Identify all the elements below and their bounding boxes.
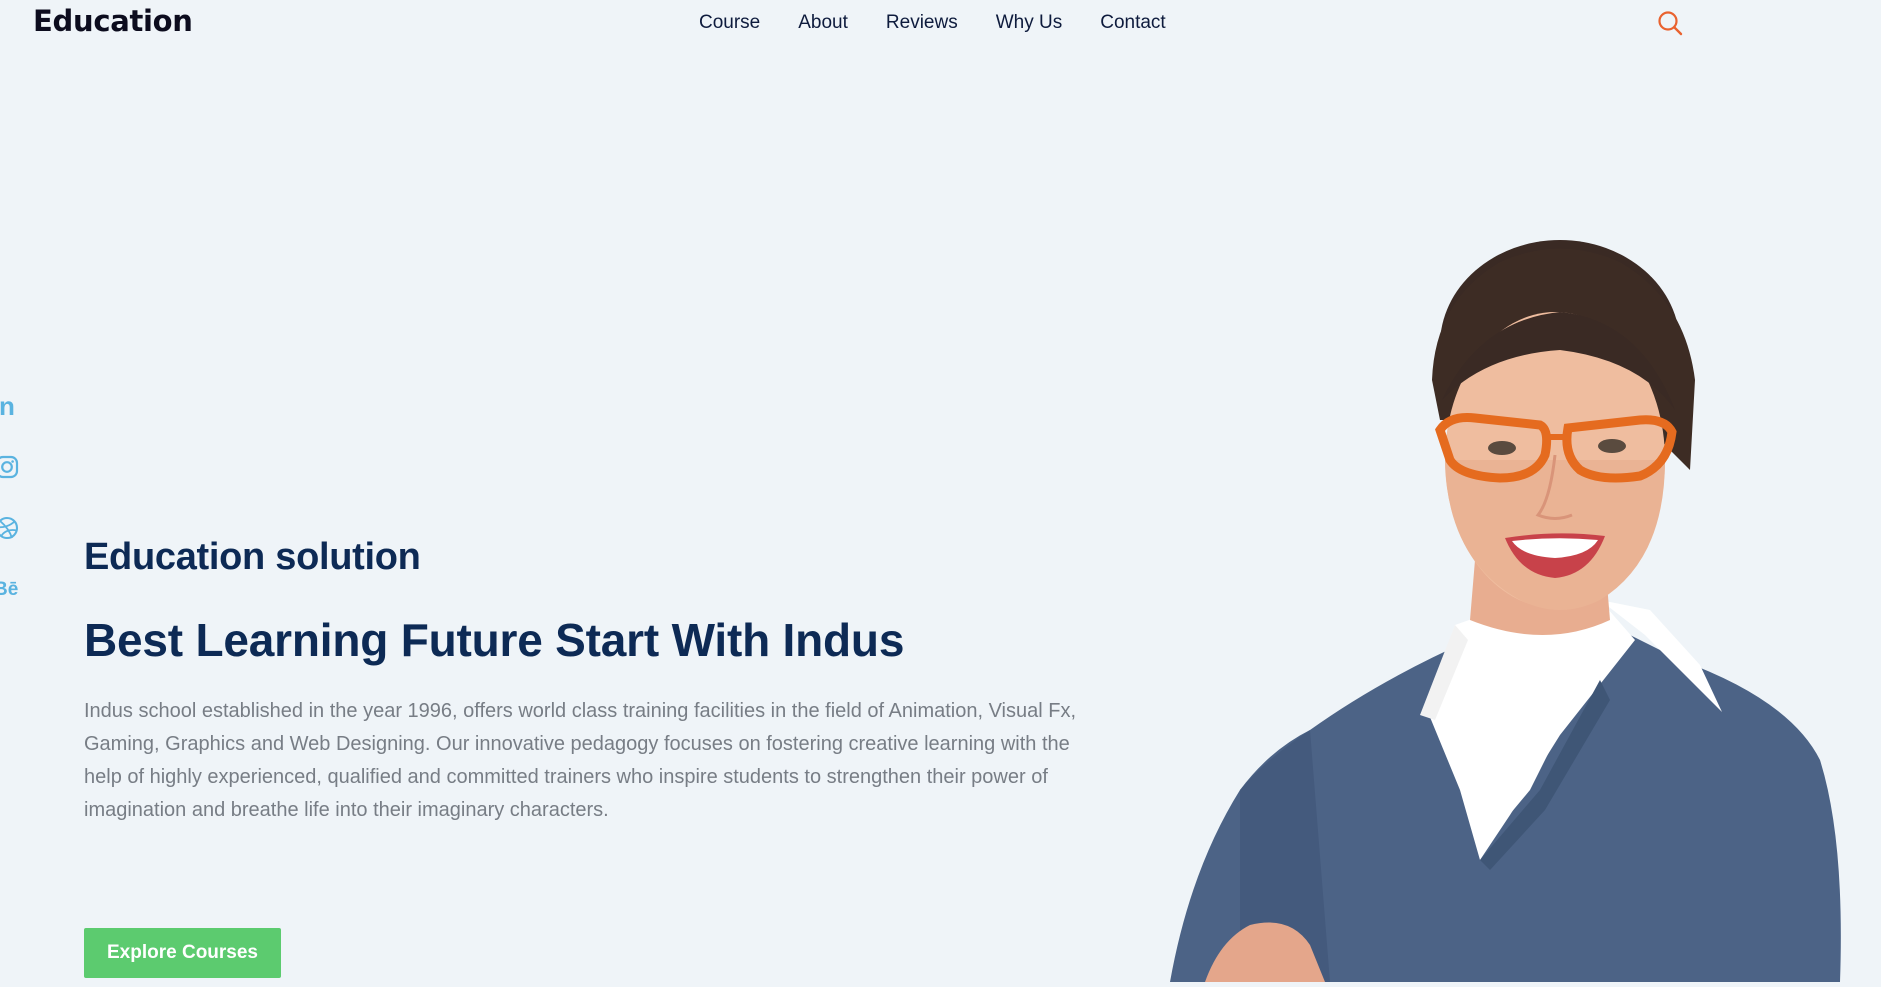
instagram-icon[interactable] — [0, 452, 24, 482]
nav-item-why-us[interactable]: Why Us — [996, 12, 1063, 34]
teacher-photo — [1160, 230, 1881, 982]
nav-item-course[interactable]: Course — [699, 12, 760, 34]
nav-item-reviews[interactable]: Reviews — [886, 12, 958, 34]
nav-item-contact[interactable]: Contact — [1100, 12, 1165, 34]
nav-item-about[interactable]: About — [798, 12, 848, 34]
search-icon[interactable] — [1656, 9, 1684, 37]
main-nav: Course About Reviews Why Us Contact — [699, 12, 1166, 34]
svg-text:Bē: Bē — [0, 579, 18, 600]
dribbble-icon[interactable] — [0, 513, 24, 543]
svg-text:n: n — [0, 394, 15, 420]
behance-icon[interactable]: Bē — [0, 574, 24, 604]
site-logo[interactable]: Education — [33, 4, 193, 38]
explore-courses-button[interactable]: Explore Courses — [84, 928, 281, 978]
hero-description: Indus school established in the year 199… — [84, 700, 1077, 821]
hero-subtitle: Education solution — [84, 536, 421, 578]
linkedin-icon[interactable]: n — [0, 392, 24, 422]
hero-title: Best Learning Future Start With Indus — [84, 614, 905, 666]
